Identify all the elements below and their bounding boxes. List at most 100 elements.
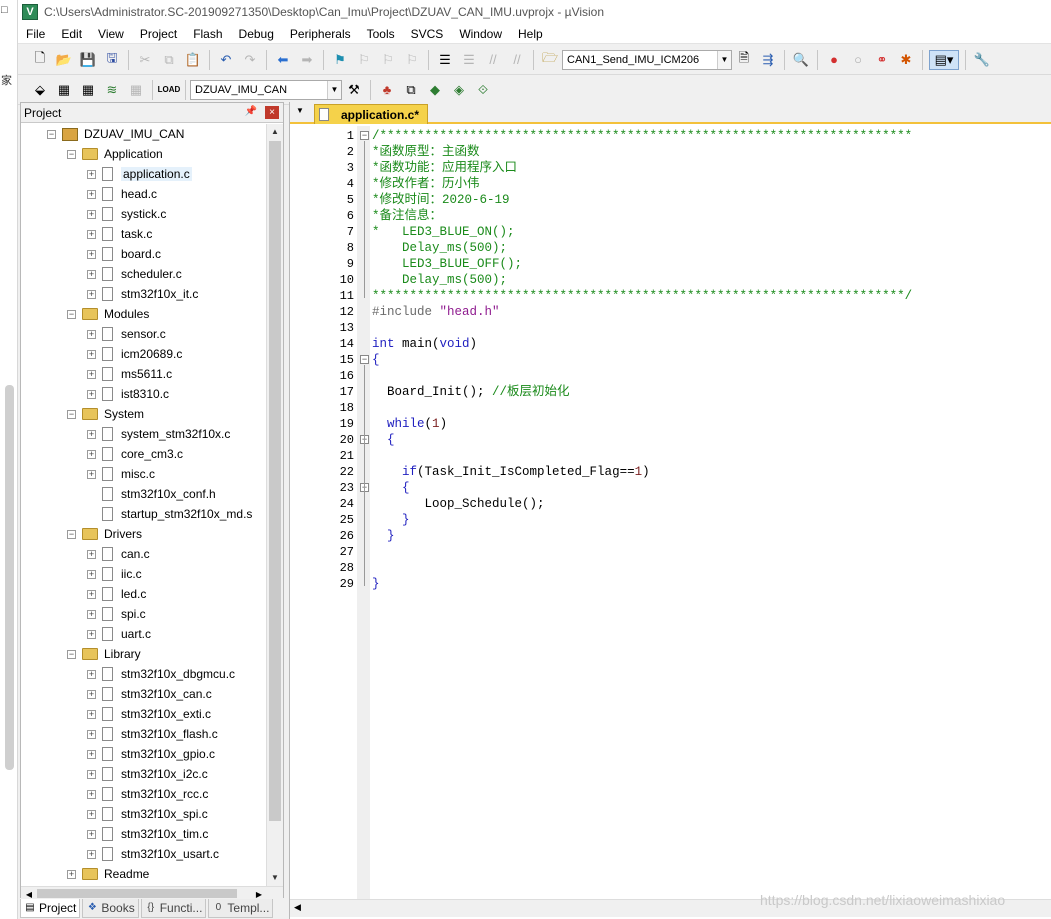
disable-all-breakpoints-icon[interactable]: ⚭ xyxy=(872,50,892,70)
find-icon[interactable]: 🗎 xyxy=(734,50,754,70)
build-icon[interactable]: ▦ xyxy=(54,80,74,100)
tab-books[interactable]: ❖ Books xyxy=(82,898,139,918)
code-line[interactable]: while(1) xyxy=(372,416,447,432)
batch-build-icon[interactable]: ≋ xyxy=(102,80,122,100)
tree-file[interactable]: + core_cm3.c xyxy=(87,444,183,464)
expand-icon[interactable]: + xyxy=(87,749,96,759)
tree-file[interactable]: + system_stm32f10x.c xyxy=(87,424,230,444)
code-line[interactable]: *函数功能：应用程序入口 xyxy=(372,160,517,176)
find-combo[interactable]: CAN1_Send_IMU_ICM206 ▼ xyxy=(562,49,732,70)
tab-functions[interactable]: {} Functi... xyxy=(140,898,207,918)
expand-icon[interactable]: + xyxy=(87,369,96,379)
code-line[interactable]: } xyxy=(372,528,395,544)
breakpoint-icon[interactable]: ● xyxy=(824,50,844,70)
code-line[interactable]: } xyxy=(372,576,380,592)
tree-file[interactable]: + stm32f10x_flash.c xyxy=(87,724,218,744)
tree-root-project[interactable]: − DZUAV_IMU_CAN xyxy=(47,124,184,144)
code-line[interactable]: if(Task_Init_IsCompleted_Flag==1) xyxy=(372,464,650,480)
tree-file[interactable]: + led.c xyxy=(87,584,146,604)
scroll-thumb[interactable] xyxy=(269,141,281,821)
tree-group-application[interactable]: − Application xyxy=(67,144,163,164)
download-icon[interactable]: LOAD xyxy=(158,80,181,100)
open-folder-icon[interactable]: 📂 xyxy=(54,50,74,70)
tree-file[interactable]: + stm32f10x_exti.c xyxy=(87,704,211,724)
tree-file[interactable]: + misc.c xyxy=(87,464,155,484)
code-line[interactable]: ****************************************… xyxy=(372,288,912,304)
scroll-down-icon[interactable]: ▼ xyxy=(267,870,283,886)
uncomment-icon[interactable]: // xyxy=(507,50,527,70)
menu-svcs[interactable]: SVCS xyxy=(403,24,452,44)
expand-icon[interactable]: + xyxy=(87,289,96,299)
clear-bookmarks-icon[interactable]: ⚐ xyxy=(402,50,422,70)
tree-file[interactable]: + icm20689.c xyxy=(87,344,182,364)
tree-file[interactable]: + stm32f10x_gpio.c xyxy=(87,744,215,764)
expand-icon[interactable]: + xyxy=(87,669,96,679)
save-all-icon[interactable]: 🖫 xyxy=(102,50,122,70)
nav-forward-icon[interactable]: ➡ xyxy=(297,50,317,70)
tree-file[interactable]: + ist8310.c xyxy=(87,384,169,404)
tree-file[interactable]: + stm32f10x_i2c.c xyxy=(87,764,208,784)
expand-icon[interactable]: + xyxy=(87,449,96,459)
expand-icon[interactable]: + xyxy=(87,209,96,219)
collapse-icon[interactable]: − xyxy=(67,649,76,659)
expand-icon[interactable]: + xyxy=(87,269,96,279)
pin-icon[interactable]: 📌 xyxy=(245,106,257,117)
collapse-icon[interactable]: − xyxy=(67,309,76,319)
menu-flash[interactable]: Flash xyxy=(185,24,230,44)
undo-icon[interactable]: ↶ xyxy=(216,50,236,70)
collapse-icon[interactable]: − xyxy=(47,129,56,139)
target-select[interactable]: DZUAV_IMU_CAN ▼ xyxy=(190,79,342,100)
kill-breakpoints-icon[interactable]: ✱ xyxy=(896,50,916,70)
next-bookmark-icon[interactable]: ⚐ xyxy=(378,50,398,70)
code-line[interactable]: #include "head.h" xyxy=(372,304,500,320)
code-line[interactable]: * LED3_BLUE_ON(); xyxy=(372,224,515,240)
expand-icon[interactable]: + xyxy=(87,329,96,339)
debug-session-icon[interactable]: 🔍 xyxy=(791,50,811,70)
tree-file[interactable]: + task.c xyxy=(87,224,152,244)
close-icon[interactable]: × xyxy=(265,106,279,119)
expand-icon[interactable]: + xyxy=(87,349,96,359)
manage-components-icon[interactable]: ⧉ xyxy=(401,80,421,100)
unindent-icon[interactable]: ☰ xyxy=(459,50,479,70)
redo-icon[interactable]: ↷ xyxy=(240,50,260,70)
code-line[interactable]: LED3_BLUE_OFF(); xyxy=(372,256,522,272)
chevron-down-icon[interactable]: ▼ xyxy=(296,106,304,115)
code-line[interactable]: Delay_ms(500); xyxy=(372,240,507,256)
bookmark-icon[interactable]: ⚑ xyxy=(330,50,350,70)
menu-project[interactable]: Project xyxy=(132,24,185,44)
tree-file[interactable]: + stm32f10x_rcc.c xyxy=(87,784,208,804)
menu-file[interactable]: File xyxy=(18,24,53,44)
pack-installer-icon[interactable]: ◈ xyxy=(449,80,469,100)
rebuild-icon[interactable]: ▦ xyxy=(78,80,98,100)
code-line[interactable]: Board_Init(); //板层初始化 xyxy=(372,384,570,400)
code-line[interactable]: { xyxy=(372,480,410,496)
fold-collapse-icon[interactable]: − xyxy=(360,355,369,364)
file-extensions-icon[interactable]: ♣ xyxy=(377,80,397,100)
expand-icon[interactable]: + xyxy=(87,789,96,799)
tree-file[interactable]: + stm32f10x_tim.c xyxy=(87,824,208,844)
chevron-down-icon[interactable]: ▼ xyxy=(327,80,341,99)
menu-window[interactable]: Window xyxy=(451,24,510,44)
scroll-up-icon[interactable]: ▲ xyxy=(267,124,283,140)
tree-file[interactable]: + stm32f10x_dbgmcu.c xyxy=(87,664,235,684)
tree-file[interactable]: + board.c xyxy=(87,244,161,264)
menu-tools[interactable]: Tools xyxy=(359,24,403,44)
expand-icon[interactable]: + xyxy=(87,189,96,199)
strip-scrollbar[interactable] xyxy=(5,385,14,770)
expand-icon[interactable]: + xyxy=(87,389,96,399)
tree-file[interactable]: + can.c xyxy=(87,544,150,564)
tree-file[interactable]: + stm32f10x_can.c xyxy=(87,684,212,704)
expand-icon[interactable]: + xyxy=(87,709,96,719)
tree-group-drivers[interactable]: − Drivers xyxy=(67,524,142,544)
expand-icon[interactable]: + xyxy=(67,869,76,879)
prev-bookmark-icon[interactable]: ⚐ xyxy=(354,50,374,70)
code-line[interactable]: Delay_ms(500); xyxy=(372,272,507,288)
code-line[interactable]: *函数原型：主函数 xyxy=(372,144,480,160)
tree-file[interactable]: + spi.c xyxy=(87,604,146,624)
expand-icon[interactable]: + xyxy=(87,849,96,859)
code-line[interactable]: *修改时间：2020-6-19 xyxy=(372,192,510,208)
tree-file[interactable]: + iic.c xyxy=(87,564,142,584)
disable-breakpoint-icon[interactable]: ○ xyxy=(848,50,868,70)
menu-peripherals[interactable]: Peripherals xyxy=(282,24,359,44)
tree-file[interactable]: + stm32f10x_usart.c xyxy=(87,844,219,864)
